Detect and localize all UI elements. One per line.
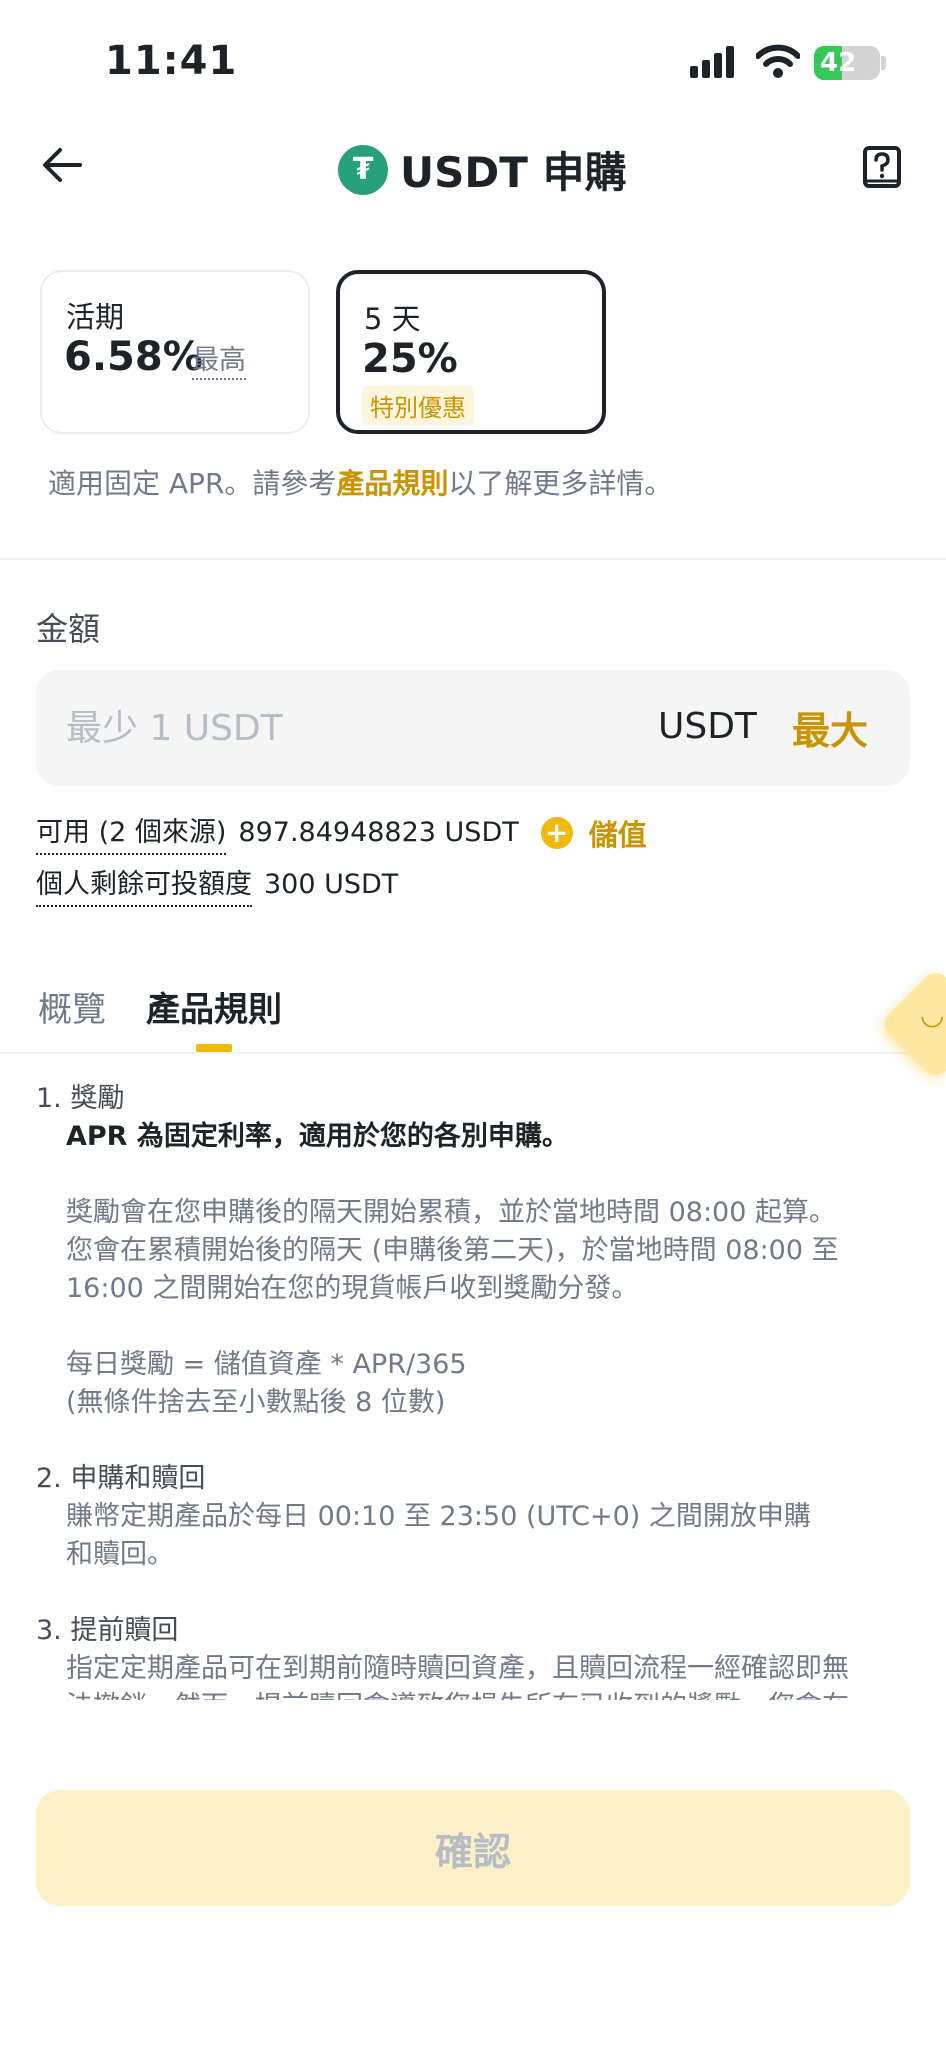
product-rules-content: 1. 獎勵 APR 為固定利率，適用於您的各別申購。 獎勵會在您申購後的隔天開始… [36,1080,916,1700]
rule-title-early-redemption: 3. 提前贖回 [36,1615,179,1646]
amount-label: 金額 [36,610,101,648]
rule-text: 賺幣定期產品於每日 00:10 至 23:50 (UTC+0) 之間開放申購 [66,1501,811,1532]
amount-unit: USDT [658,706,757,747]
battery-cap [881,56,886,70]
confirm-button[interactable]: 確認 [36,1790,910,1906]
rule-text: 16:00 之間開始在您的現貨帳戶收到獎勵分發。 [66,1273,639,1304]
product-rules-link[interactable]: 產品規則 [336,467,448,500]
amount-input-box[interactable]: USDT 最大 [36,670,910,786]
tabs-divider [0,1052,946,1054]
back-arrow-icon[interactable] [40,145,84,185]
tab-overview[interactable]: 概覽 [38,982,106,1031]
rule-text: (無條件捨去至小數點後 8 位數) [66,1387,446,1418]
rule-text: 獎勵會在您申購後的隔天開始累積，並於當地時間 08:00 起算。 [66,1197,836,1228]
term-card-5-days[interactable]: 5 天 25% 特別優惠 [336,270,606,434]
status-time: 11:41 [105,38,238,84]
term-rate: 25% [362,336,458,382]
rule-text: 法撤銷。然而，提前贖回會導致您損失所有已收到的獎勵，您會在 [66,1688,916,1700]
section-divider [0,558,946,560]
rule-rewards-summary: APR 為固定利率，適用於您的各別申購。 [66,1121,569,1152]
quota-row: 個人剩餘可投額度 300 USDT [36,862,398,907]
help-book-icon[interactable] [862,145,902,189]
battery-percentage: 42 [820,48,857,78]
deposit-button[interactable]: + 儲值 [540,812,647,854]
page-title: USDT 申購 [400,148,627,197]
rule-title-rewards: 1. 獎勵 [36,1083,125,1114]
available-value: 897.84948823 USDT [238,817,519,848]
rule-text: 指定定期產品可在到期前隨時贖回資產，且贖回流程一經確認即無 [66,1653,849,1684]
max-button[interactable]: 最大 [792,700,868,755]
apr-note-suffix: 以了解更多詳情。 [448,467,673,500]
quota-label[interactable]: 個人剩餘可投額度 [36,862,252,907]
special-offer-badge: 特別優惠 [362,386,474,425]
tether-logo-icon: ₮ [338,144,388,195]
tab-product-rules[interactable]: 產品規則 [146,982,282,1031]
apr-note: 適用固定 APR。請參考產品規則以了解更多詳情。 [48,462,672,502]
wifi-icon [756,44,800,78]
available-label[interactable]: 可用 (2 個來源) [36,810,227,855]
battery-icon: 42 [814,46,880,80]
plus-icon: + [540,816,573,849]
apr-note-prefix: 適用固定 APR。請參考 [48,467,337,500]
rule-text: 您會在累積開始後的隔天 (申購後第二天)，於當地時間 08:00 至 [66,1235,839,1266]
term-label: 活期 [66,300,125,334]
term-max-note[interactable]: 最高 [192,344,246,380]
deposit-label: 儲值 [588,817,647,852]
rule-text: 和贖回。 [66,1539,174,1570]
term-rate: 6.58% [64,334,203,380]
rule-title-subscription: 2. 申購和贖回 [36,1463,206,1494]
available-balance-row: 可用 (2 個來源) 897.84948823 USDT + 儲值 [36,810,647,855]
header: ₮ USDT 申購 [0,125,946,205]
tab-bar: 概覽 產品規則 [0,982,946,1052]
amount-input[interactable] [66,700,546,756]
term-label: 5 天 [364,302,421,336]
status-bar: 11:41 42 [0,0,946,120]
term-card-flexible[interactable]: 活期 6.58% 最高 [40,270,310,434]
cellular-signal-icon [690,46,734,78]
active-tab-indicator [196,1044,232,1052]
header-title-group: ₮ USDT 申購 [338,139,627,200]
rule-text: 每日獎勵 = 儲值資產 * APR/365 [66,1349,467,1380]
quota-value: 300 USDT [264,869,399,900]
smiley-face-icon: ◡ [920,998,945,1031]
